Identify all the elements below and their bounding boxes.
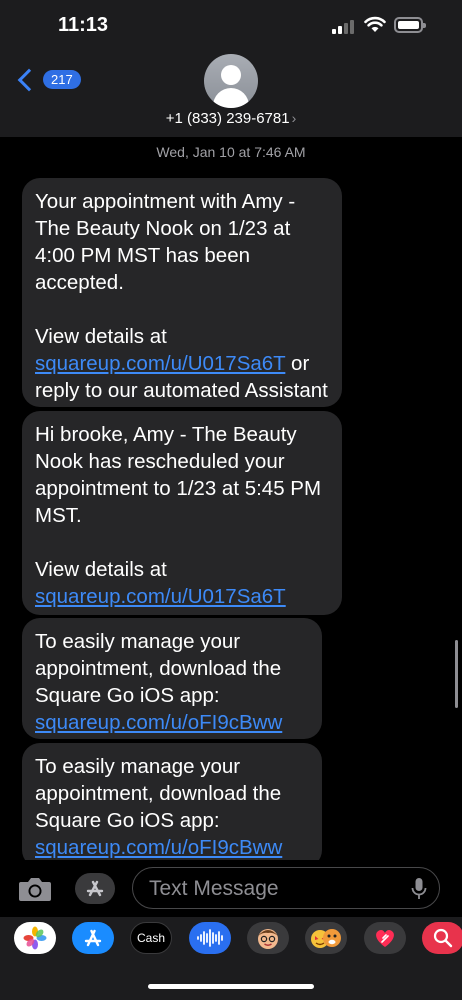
message-link[interactable]: squareup.com/u/oFI9cBww [35, 836, 282, 859]
wifi-icon [364, 16, 386, 32]
message-link[interactable]: squareup.com/u/oFI9cBww [35, 711, 282, 734]
home-indicator[interactable] [148, 984, 314, 989]
unread-count-badge: 217 [43, 70, 81, 89]
camera-icon[interactable] [18, 876, 52, 902]
message-text: Hi brooke, Amy - The Beauty Nook has res… [35, 423, 322, 527]
message-bubble[interactable]: Hi brooke, Amy - The Beauty Nook has res… [22, 411, 342, 615]
contact-name-button[interactable]: +1 (833) 239-6781 › [0, 110, 462, 127]
chevron-right-icon: › [291, 110, 297, 126]
battery-icon [394, 17, 426, 33]
contact-number: +1 (833) 239-6781 [165, 110, 290, 127]
message-text-part: View details at [35, 325, 167, 348]
app-store-icon [86, 880, 104, 897]
message-timestamp: Wed, Jan 10 at 7:46 AM [156, 144, 306, 160]
message-text: View details at squareup.com/u/U017Sa6T … [35, 323, 329, 404]
cellular-signal-icon [332, 20, 356, 34]
message-text: To easily manage your appointment, downl… [35, 755, 282, 832]
app-store-icon[interactable] [72, 922, 114, 954]
microphone-icon[interactable] [411, 877, 427, 901]
apple-cash-label: Cash [136, 931, 165, 945]
chevron-left-icon [17, 68, 41, 91]
message-bubble[interactable]: Your appointment with Amy - The Beauty N… [22, 178, 342, 407]
photos-icon[interactable] [14, 922, 56, 954]
contact-avatar[interactable] [204, 54, 258, 108]
message-text-part: View details at [35, 558, 167, 581]
apps-button[interactable] [75, 873, 115, 904]
status-time: 11:13 [58, 14, 109, 36]
scroll-indicator[interactable] [455, 640, 458, 708]
message-text: squareup.com/u/oFI9cBww [35, 834, 309, 861]
message-input-placeholder: Text Message [149, 877, 279, 900]
apple-cash-icon[interactable]: Cash [130, 922, 172, 954]
animoji-icon[interactable] [305, 922, 347, 954]
message-text: squareup.com/u/oFI9cBww [35, 709, 309, 736]
images-search-icon[interactable] [422, 922, 462, 954]
message-input[interactable]: Text Message [132, 867, 440, 909]
message-text: To easily manage your appointment, downl… [35, 630, 282, 707]
message-text: View details at squareup.com/u/U017Sa6T [35, 556, 329, 610]
audio-waveform-icon[interactable] [189, 922, 231, 954]
digital-touch-icon[interactable] [364, 922, 406, 954]
message-link[interactable]: squareup.com/u/U017Sa6T [35, 585, 286, 608]
message-bubble[interactable]: To easily manage your appointment, downl… [22, 618, 322, 739]
message-bubble[interactable]: To easily manage your appointment, downl… [22, 743, 322, 868]
memoji-icon[interactable] [247, 922, 289, 954]
back-button[interactable]: 217 [17, 68, 81, 91]
message-link[interactable]: squareup.com/u/U017Sa6T [35, 352, 285, 375]
message-text: Your appointment with Amy - The Beauty N… [35, 190, 296, 294]
